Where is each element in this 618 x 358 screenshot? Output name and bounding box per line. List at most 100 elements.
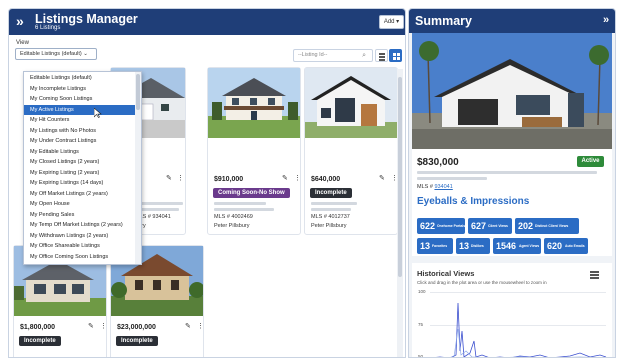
dropdown-option-selected[interactable]: My Active Listings <box>24 104 135 115</box>
stat-tile: 1546 Agent Views <box>493 238 541 254</box>
grid-view-icon[interactable] <box>389 49 402 62</box>
stat-value: 622 <box>420 221 436 231</box>
summary-listing-info: $830,000 Active MLS # 934041 <box>412 149 612 194</box>
dropdown-option[interactable]: My Coming Soon Listings <box>24 94 135 104</box>
stat-label: Favorites <box>432 244 448 248</box>
kebab-icon[interactable]: ⋮ <box>100 322 107 330</box>
stat-tile: 622 Onehome Portals <box>417 218 465 234</box>
stat-tile: 13 Dislikes <box>456 238 490 254</box>
pencil-icon[interactable]: ✎ <box>166 174 172 182</box>
dropdown-option[interactable]: My Listings with No Photos <box>24 126 135 136</box>
app-root: » Listings Manager 6 Listings Add ▾ View… <box>0 0 618 358</box>
dropdown-option[interactable]: My Withdrawn Listings (2 years) <box>24 231 135 241</box>
mouse-pointer-icon <box>94 108 102 118</box>
address-line <box>417 171 597 174</box>
stat-label: Auto Emails <box>565 244 585 248</box>
historical-views-card: Historical Views Click and drag in the p… <box>412 263 612 358</box>
eyeballs-title: Eyeballs & Impressions <box>417 196 530 207</box>
double-chevron-right-icon[interactable]: » <box>603 14 609 26</box>
listings-scrollbar[interactable] <box>397 69 403 357</box>
dropdown-option[interactable]: My Office Shareable Listings <box>24 241 135 251</box>
dropdown-option[interactable]: My Hit Counters <box>24 115 135 125</box>
view-select[interactable]: Editable Listings (default) ⌄ <box>15 48 97 60</box>
listing-price: $910,000 <box>214 176 244 183</box>
dropdown-option[interactable]: My Office Coming Soon Listings <box>24 252 135 262</box>
stat-tile: 13 Favorites <box>417 238 453 254</box>
dropdown-option[interactable]: My Temp Off Market Listings (2 years) <box>24 220 135 230</box>
pencil-icon[interactable]: ✎ <box>88 322 94 330</box>
listing-price: $1,800,000 <box>20 324 56 331</box>
view-label: View <box>16 40 29 46</box>
status-badge: Coming Soon-No Show <box>213 188 290 198</box>
address-line <box>311 208 351 211</box>
listing-photo <box>208 68 300 138</box>
listing-id-search-input[interactable]: --Listing Id-- ⌕ <box>293 49 373 62</box>
stat-label: Distinct Client Views <box>535 224 569 228</box>
dropdown-option[interactable]: My Editable Listings <box>24 147 135 157</box>
stat-value: 13 <box>420 241 431 251</box>
panel-title: Listings Manager <box>35 12 138 26</box>
add-button-label: Add <box>383 19 395 25</box>
dropdown-scrollbar[interactable] <box>135 72 141 264</box>
stat-value: 13 <box>459 241 470 251</box>
listing-price: $23,000,000 <box>117 324 156 331</box>
scrollbar-thumb[interactable] <box>398 77 402 277</box>
y-tick-label: 50 <box>418 354 424 358</box>
listings-manager-panel: » Listings Manager 6 Listings Add ▾ View… <box>8 8 406 358</box>
stat-label: Onehome Portals <box>437 224 466 228</box>
listing-price: $640,000 <box>311 176 341 183</box>
y-tick-label: 100 <box>418 289 426 294</box>
mls-prefix: MLS # <box>417 184 433 190</box>
summary-listing-photo <box>412 33 612 149</box>
mls-number: MLS # 4002469 <box>214 214 253 220</box>
summary-panel: Summary » $830,000 Active MLS # 934041 E… <box>408 8 616 358</box>
double-chevron-right-icon[interactable]: » <box>16 13 24 29</box>
dropdown-option[interactable]: My Off Market Listings (2 years) <box>24 189 135 199</box>
dropdown-option[interactable]: Editable Listings (default) <box>24 73 135 83</box>
address-line <box>135 202 183 205</box>
dropdown-option[interactable]: My Pending Sales <box>24 210 135 220</box>
status-badge: Incomplete <box>19 336 61 346</box>
dropdown-option[interactable]: My Closed Listings (2 years) <box>24 157 135 167</box>
chevron-down-icon: ⌄ <box>83 51 88 57</box>
mls-link[interactable]: 934041 <box>434 184 452 190</box>
kebab-icon[interactable]: ⋮ <box>197 322 204 330</box>
summary-title: Summary <box>415 14 472 28</box>
add-button[interactable]: Add ▾ <box>379 15 404 29</box>
stat-tile: 202 Distinct Client Views <box>515 218 579 234</box>
pencil-icon[interactable]: ✎ <box>185 322 191 330</box>
agent-name: Peter Pillsbury <box>311 223 347 229</box>
pencil-icon[interactable]: ✎ <box>282 174 288 182</box>
listing-card[interactable]: $640,000 ✎ ⋮ Incomplete MLS # 4012737 Pe… <box>304 67 398 235</box>
agent-name: Peter Pillsbury <box>214 223 250 229</box>
y-tick-label: 75 <box>418 322 424 327</box>
kebab-icon[interactable]: ⋮ <box>294 174 301 182</box>
address-line <box>214 208 274 211</box>
dropdown-option[interactable]: My Open House <box>24 199 135 209</box>
stat-tile: 627 Client Views <box>468 218 512 234</box>
stat-label: Agent Views <box>519 244 540 248</box>
historical-views-plot[interactable] <box>430 291 608 358</box>
dropdown-option[interactable]: My Incomplete Listings <box>24 84 135 94</box>
stat-label: Client Views <box>488 224 508 228</box>
stat-label: Dislikes <box>471 244 484 248</box>
historical-subtitle: Click and drag in the plot area or use t… <box>417 280 547 285</box>
stat-value: 202 <box>518 221 534 231</box>
pencil-icon[interactable]: ✎ <box>379 174 385 182</box>
dropdown-scrollbar-thumb[interactable] <box>136 74 140 110</box>
stat-tile: 620 Auto Emails <box>544 238 588 254</box>
dropdown-option[interactable]: My Expiring Listing (2 years) <box>24 168 135 178</box>
kebab-icon[interactable]: ⋮ <box>177 174 184 182</box>
summary-mls: MLS # 934041 <box>417 184 453 190</box>
dropdown-option[interactable]: My Under Contract Listings <box>24 136 135 146</box>
dropdown-option[interactable]: My Expiring Listings (14 days) <box>24 178 135 188</box>
summary-price: $830,000 <box>417 157 459 168</box>
list-view-icon[interactable] <box>375 49 388 62</box>
historical-title: Historical Views <box>417 269 475 278</box>
address-line <box>214 202 266 205</box>
caret-down-icon: ▾ <box>396 19 400 25</box>
hamburger-menu-icon[interactable] <box>590 271 599 279</box>
listing-card[interactable]: $910,000 ✎ ⋮ Coming Soon-No Show MLS # 4… <box>207 67 301 235</box>
stat-value: 1546 <box>496 241 517 251</box>
search-icon[interactable]: ⌕ <box>362 50 366 61</box>
